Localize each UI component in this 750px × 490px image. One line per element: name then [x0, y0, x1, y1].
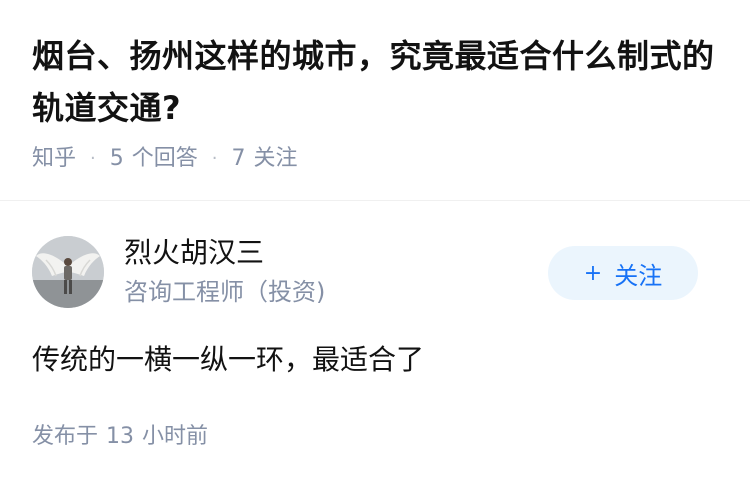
avatar-image: [32, 236, 104, 308]
author-name[interactable]: 烈火胡汉三: [124, 234, 264, 272]
follow-count-label[interactable]: 关注: [254, 144, 298, 174]
answer-count-label[interactable]: 个回答: [132, 144, 198, 174]
answer-card: 烈火胡汉三 咨询工程师（投资) + 关注 传统的一横一纵一环，最适合了 发布于 1…: [0, 200, 750, 490]
time-prefix: 发布于: [32, 424, 99, 449]
follow-button[interactable]: + 关注: [548, 246, 698, 300]
follow-button-label: 关注: [614, 261, 663, 290]
source-label[interactable]: 知乎: [32, 144, 76, 174]
answer-timestamp: 发布于 13 小时前: [32, 422, 208, 452]
avatar[interactable]: [32, 236, 104, 308]
answer-content[interactable]: 传统的一横一纵一环，最适合了: [32, 340, 424, 380]
time-unit: 小时前: [142, 424, 209, 449]
question-title[interactable]: 烟台、扬州这样的城市，究竟最适合什么制式的轨道交通?: [32, 30, 722, 134]
question-header: 烟台、扬州这样的城市，究竟最适合什么制式的轨道交通? 知乎 · 5 个回答 · …: [32, 30, 722, 174]
follow-count: 7: [231, 146, 246, 171]
time-value: 13: [106, 424, 135, 449]
question-meta: 知乎 · 5 个回答 · 7 关注: [32, 144, 722, 174]
meta-separator-dot: ·: [90, 148, 96, 169]
author-bio: 咨询工程师（投资): [124, 278, 326, 306]
answer-count: 5: [109, 146, 124, 171]
plus-icon: +: [583, 260, 603, 286]
meta-separator-dot: ·: [211, 148, 218, 169]
